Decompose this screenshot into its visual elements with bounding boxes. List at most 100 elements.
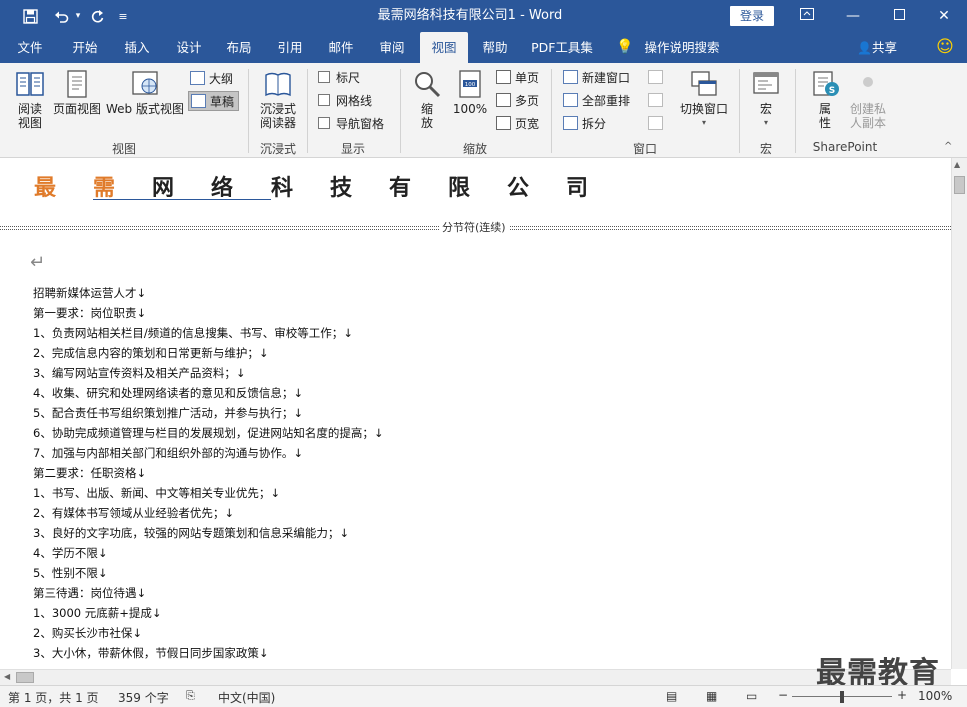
zoom-group-label: 缩放 — [462, 142, 487, 156]
draft-label: 草稿 — [210, 94, 235, 109]
text-line: 6、协助完成频道管理与栏目的发展规划，促进网站知名度的提高；↓ — [33, 426, 384, 440]
horizontal-scrollbar[interactable]: ◀ — [0, 669, 951, 685]
arrange-all-button[interactable]: 全部重排 — [563, 90, 630, 110]
close-icon[interactable]: ✕ — [921, 0, 967, 32]
document-area[interactable]: 最 需 网 络 科 技 有 限 公 司 分节符(连续) ↵ 招聘新媒体运营人才↓… — [0, 158, 951, 669]
tab-file[interactable]: 文件 — [8, 32, 52, 63]
page-width-button[interactable]: 页宽 — [496, 113, 539, 133]
text-line: 3、良好的文字功底，较强的网站专题策划和信息采编能力；↓ — [33, 526, 349, 540]
share-label: 共享 — [871, 40, 897, 55]
split-icon — [563, 116, 578, 130]
create-private-copy-button[interactable]: 创建私 人副本 — [846, 69, 890, 130]
minimize-icon[interactable]: — — [830, 0, 876, 32]
window-group-label: 窗口 — [632, 142, 657, 156]
text-line: 1、书写、出版、新闻、中文等相关专业优先；↓ — [33, 486, 280, 500]
outline-label: 大纲 — [209, 71, 234, 86]
zoom-level[interactable]: 100% — [918, 689, 952, 703]
group-divider — [248, 69, 249, 153]
ribbon-display-icon[interactable] — [784, 0, 830, 32]
undo-dropdown-icon[interactable]: ▾ — [72, 0, 84, 32]
web-layout-button[interactable]: Web 版式视图 — [104, 69, 186, 116]
read-mode-button[interactable]: 阅读 视图 — [8, 69, 52, 130]
print-layout-icon — [67, 70, 87, 98]
smiley-feedback-icon[interactable]: ☺ — [932, 32, 958, 63]
maximize-icon[interactable] — [876, 0, 922, 32]
text-line: 1、3000 元底薪+提成↓ — [33, 606, 162, 620]
page-width-icon — [496, 116, 511, 130]
reset-window-icon[interactable] — [648, 113, 663, 133]
sharepoint-group-label: SharePoint — [812, 140, 878, 154]
navigation-pane-checkbox[interactable]: 导航窗格 — [318, 113, 384, 133]
redo-icon[interactable] — [86, 0, 108, 32]
svg-text:S: S — [829, 86, 835, 96]
checkbox-box — [318, 71, 330, 83]
login-button[interactable]: 登录 — [730, 6, 774, 26]
macro-group-label: 宏 — [759, 142, 772, 156]
switch-window-button[interactable]: 切换窗口 ▾ — [676, 69, 732, 130]
magnifier-icon — [415, 72, 441, 98]
tab-design[interactable]: 设计 — [166, 32, 212, 63]
print-layout-button[interactable]: 页面视图 — [52, 69, 102, 116]
multiple-pages-button[interactable]: 多页 — [496, 90, 539, 110]
tab-references[interactable]: 引用 — [267, 32, 313, 63]
tell-me-search[interactable]: 操作说明搜索 — [640, 32, 724, 63]
heading-char: 络 — [211, 170, 271, 201]
tab-view[interactable]: 视图 — [420, 32, 468, 63]
immersive-reader-button[interactable]: 沉浸式 阅读器 — [254, 69, 302, 130]
text-line: 2、完成信息内容的策划和日常更新与维护；↓ — [33, 346, 269, 360]
vertical-scroll-thumb[interactable] — [954, 176, 965, 194]
multiple-pages-label: 多页 — [515, 93, 540, 108]
zoom-in-icon[interactable]: + — [897, 688, 907, 702]
navigation-pane-label: 导航窗格 — [336, 116, 385, 131]
tab-layout[interactable]: 布局 — [216, 32, 262, 63]
gridlines-checkbox[interactable]: 网格线 — [318, 90, 372, 110]
scroll-up-icon[interactable]: ▲ — [954, 160, 960, 169]
one-page-button[interactable]: 单页 — [496, 67, 539, 87]
split-button[interactable]: 拆分 — [563, 113, 606, 133]
document-heading: 最 需 网 络 科 技 有 限 公 司 — [34, 170, 625, 201]
proofing-icon[interactable]: ⎘ — [186, 689, 195, 703]
zoom-100-button[interactable]: 100 100% — [450, 69, 490, 116]
tab-help[interactable]: 帮助 — [472, 32, 518, 63]
ribbon-tabs: 文件 开始 插入 设计 布局 引用 邮件 审阅 视图 帮助 PDF工具集 💡 操… — [0, 32, 967, 63]
undo-icon[interactable] — [50, 0, 72, 32]
read-mode-view-icon[interactable]: ▤ — [666, 689, 677, 703]
new-window-button[interactable]: 新建窗口 — [563, 67, 630, 87]
horizontal-scroll-thumb[interactable] — [16, 672, 34, 683]
word-count[interactable]: 359 个字 — [118, 689, 169, 706]
macros-button[interactable]: 宏 ▾ — [746, 69, 786, 130]
customize-toolbar-icon[interactable]: ≡ — [114, 0, 132, 32]
language-status[interactable]: 中文(中国) — [218, 689, 275, 706]
tab-insert[interactable]: 插入 — [114, 32, 160, 63]
print-layout-view-icon[interactable]: ▦ — [706, 689, 717, 703]
zoom-button[interactable]: 缩 放 — [408, 69, 446, 130]
tab-pdf-tools[interactable]: PDF工具集 — [526, 32, 598, 63]
status-bar: 第 1 页，共 1 页 359 个字 ⎘ 中文(中国) ▤ ▦ ▭ − + 10… — [0, 685, 967, 707]
share-button[interactable]: 👤共享 — [852, 32, 902, 63]
properties-button[interactable]: S 属 性 — [804, 69, 846, 130]
web-layout-view-icon[interactable]: ▭ — [746, 689, 757, 703]
group-divider — [795, 69, 796, 153]
tab-home[interactable]: 开始 — [62, 32, 108, 63]
scroll-left-icon[interactable]: ◀ — [4, 672, 10, 681]
sync-scroll-icon[interactable] — [648, 90, 663, 110]
zoom-out-icon[interactable]: − — [778, 688, 788, 702]
view-side-by-side-icon[interactable] — [648, 67, 663, 87]
page-width-label: 页宽 — [515, 116, 540, 131]
ruler-checkbox[interactable]: 标尺 — [318, 67, 360, 87]
one-page-icon — [496, 70, 511, 84]
draft-button[interactable]: 草稿 — [188, 91, 240, 111]
page-count[interactable]: 第 1 页，共 1 页 — [8, 689, 99, 706]
heading-char: 需 — [93, 170, 152, 201]
save-icon[interactable] — [18, 0, 42, 32]
text-line: 3、大小休，带薪休假，节假日同步国家政策↓ — [33, 646, 269, 660]
tab-review[interactable]: 审阅 — [369, 32, 415, 63]
text-line: 招聘新媒体运营人才↓ — [33, 286, 147, 300]
collapse-ribbon-icon[interactable]: ^ — [944, 141, 952, 152]
vertical-scrollbar[interactable]: ▲ — [951, 158, 967, 669]
zoom-slider-thumb[interactable] — [840, 691, 844, 703]
zoom-100-label: 100% — [452, 102, 488, 116]
tab-mailings[interactable]: 邮件 — [318, 32, 364, 63]
print-layout-label: 页面视图 — [52, 102, 101, 116]
outline-button[interactable]: 大纲 — [190, 68, 233, 88]
